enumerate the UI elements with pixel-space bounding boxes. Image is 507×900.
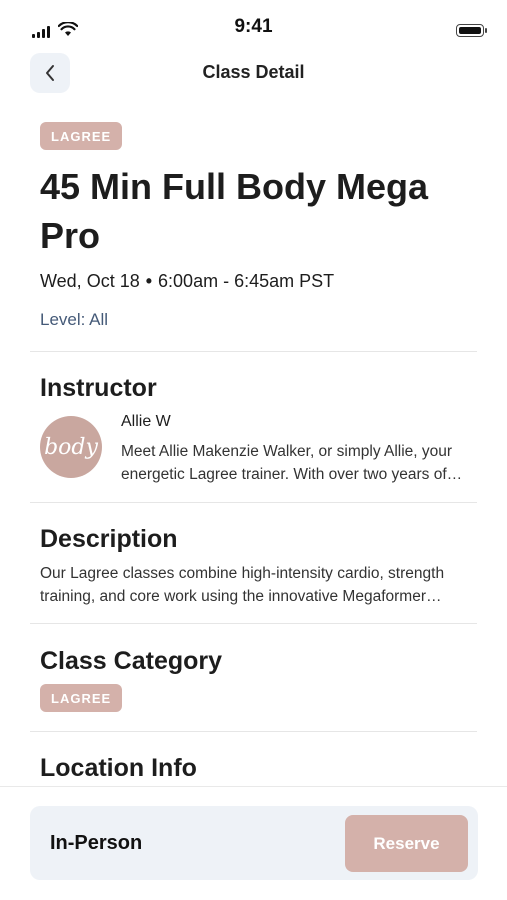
reserve-button[interactable]: Reserve [345, 815, 468, 872]
booking-bar: In-Person Reserve [30, 806, 478, 880]
divider [30, 351, 477, 352]
category-tag: LAGREE [40, 684, 123, 712]
instructor-avatar[interactable]: body [40, 416, 102, 478]
page-title: Class Detail [202, 62, 305, 82]
status-time: 9:41 [234, 16, 273, 37]
battery-icon [456, 24, 487, 37]
instructor-bio[interactable]: Meet Allie Makenzie Walker, or simply Al… [121, 440, 473, 486]
description-text[interactable]: Our Lagree classes combine high-intensit… [40, 562, 472, 608]
status-bar: 9:41 [0, 0, 507, 56]
separator-dot: • [145, 271, 153, 291]
avatar-logo-text: body [44, 434, 98, 460]
description-section-title: Description [40, 525, 178, 553]
location-section-title: Location Info [40, 754, 197, 782]
class-time-range: 6:00am - 6:45am PST [158, 271, 335, 291]
instructor-name: Allie W [121, 413, 171, 430]
class-type-tag: LAGREE [40, 122, 123, 150]
instructor-section-title: Instructor [40, 374, 157, 402]
divider [30, 731, 477, 732]
divider [30, 623, 477, 624]
divider [30, 502, 477, 503]
bottom-bar-divider [0, 786, 507, 787]
class-level: Level: All [40, 310, 109, 329]
class-date: Wed, Oct 18 [40, 271, 140, 291]
booking-type-label: In-Person [50, 832, 143, 854]
class-schedule: Wed, Oct 18 • 6:00am - 6:45am PST [40, 271, 334, 292]
class-title: 45 Min Full Body Mega Pro [40, 166, 429, 256]
category-section-title: Class Category [40, 647, 223, 675]
